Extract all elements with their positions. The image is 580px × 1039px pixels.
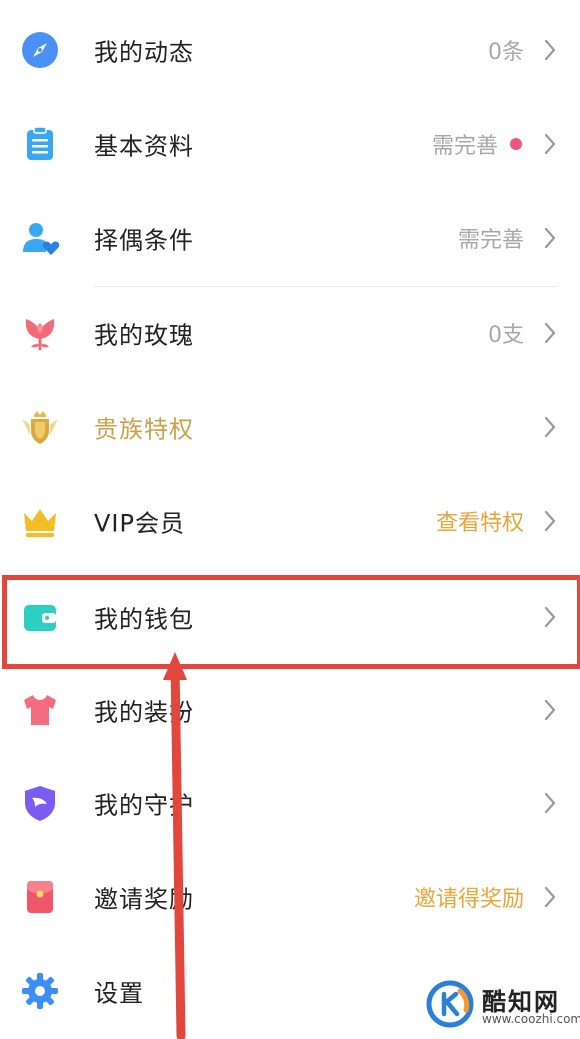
invite-rewards-link[interactable]: 邀请得奖励 (414, 881, 524, 913)
clipboard-icon (20, 124, 60, 164)
chevron-right-icon (542, 509, 558, 533)
wallet-icon (20, 597, 60, 637)
menu-item-label: 我的钱包 (94, 605, 194, 634)
compass-icon (20, 30, 60, 70)
criteria-status: 需完善 (457, 228, 524, 253)
menu-item-my-guardian[interactable]: 我的守护 (0, 758, 580, 848)
noble-shield-icon (20, 407, 60, 447)
menu-item-label: 贵族特权 (94, 415, 194, 444)
section-divider (94, 286, 558, 287)
menu-item-my-outfits[interactable]: 我的装扮 (0, 665, 580, 755)
menu-item-label: 基本资料 (94, 132, 194, 161)
menu-item-noble-privileges[interactable]: 贵族特权 (0, 382, 580, 472)
chevron-right-icon (542, 226, 558, 250)
menu-item-my-wallet[interactable]: 我的钱包 (0, 572, 580, 662)
guardian-shield-icon (20, 783, 60, 823)
rose-icon (20, 313, 60, 353)
chevron-right-icon (542, 791, 558, 815)
menu-item-label: VIP会员 (94, 509, 185, 538)
menu-item-label: 我的动态 (94, 38, 194, 67)
watermark-site: www.coozhi.com (482, 1012, 580, 1026)
red-envelope-icon (20, 877, 60, 917)
gear-icon (20, 971, 60, 1011)
menu-item-label: 我的守护 (94, 791, 194, 820)
menu-item-label: 邀请奖励 (94, 885, 194, 914)
menu-item-label: 设置 (94, 979, 144, 1008)
chevron-right-icon (542, 885, 558, 909)
chevron-right-icon (542, 38, 558, 62)
chevron-right-icon (542, 698, 558, 722)
menu-item-vip-membership[interactable]: VIP会员 查看特权 (0, 476, 580, 566)
menu-item-basic-profile[interactable]: 基本资料 需完善 (0, 99, 580, 189)
menu-item-label: 择偶条件 (94, 226, 194, 255)
watermark: 酷知网 www.coozhi.com (422, 978, 580, 1036)
profile-menu-screen: 我的动态 0条 基本资料 需完善 择偶条件 需完善 我的玫瑰 0支 贵族特权 V… (0, 0, 580, 1039)
chevron-right-icon (542, 321, 558, 345)
menu-item-label: 我的玫瑰 (94, 321, 194, 350)
menu-item-invite-rewards[interactable]: 邀请奖励 邀请得奖励 (0, 852, 580, 942)
crown-icon (20, 501, 60, 541)
roses-count: 0支 (488, 323, 524, 348)
chevron-right-icon (542, 132, 558, 156)
chevron-right-icon (542, 415, 558, 439)
menu-item-label: 我的装扮 (94, 698, 194, 727)
tshirt-icon (20, 690, 60, 730)
moments-count: 0条 (488, 40, 524, 65)
view-privileges-link[interactable]: 查看特权 (436, 505, 524, 537)
watermark-logo-icon (426, 980, 474, 1028)
profile-status: 需完善 (431, 134, 498, 159)
menu-item-my-roses[interactable]: 我的玫瑰 0支 (0, 288, 580, 378)
notification-dot (510, 138, 522, 150)
menu-item-partner-criteria[interactable]: 择偶条件 需完善 (0, 193, 580, 283)
person-heart-icon (20, 218, 60, 258)
chevron-right-icon (542, 605, 558, 629)
menu-item-my-moments[interactable]: 我的动态 0条 (0, 5, 580, 95)
